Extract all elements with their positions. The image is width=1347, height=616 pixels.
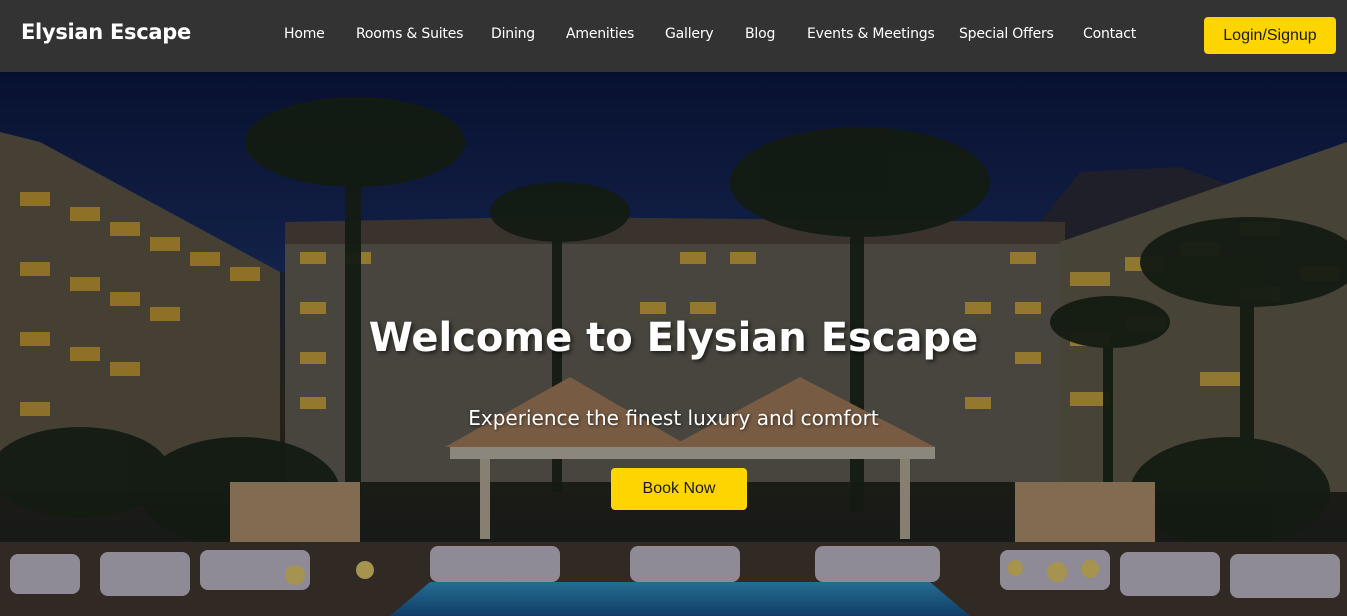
nav-link-rooms-suites[interactable]: Rooms & Suites xyxy=(356,26,463,42)
main-nav: Home Rooms & Suites Dining Amenities Gal… xyxy=(0,0,1347,72)
top-navbar: Elysian Escape Home Rooms & Suites Dinin… xyxy=(0,0,1347,72)
nav-link-gallery[interactable]: Gallery xyxy=(665,26,714,42)
nav-link-special-offers[interactable]: Special Offers xyxy=(959,26,1054,42)
nav-link-contact[interactable]: Contact xyxy=(1083,26,1136,42)
nav-link-blog[interactable]: Blog xyxy=(745,26,775,42)
hero-content: Welcome to Elysian Escape Experience the… xyxy=(0,72,1347,616)
hero-section: Welcome to Elysian Escape Experience the… xyxy=(0,72,1347,616)
hero-title: Welcome to Elysian Escape xyxy=(368,315,979,361)
book-now-button[interactable]: Book Now xyxy=(611,468,747,510)
nav-link-events-meetings[interactable]: Events & Meetings xyxy=(807,26,935,42)
hero-subtitle: Experience the finest luxury and comfort xyxy=(468,406,879,430)
login-signup-button[interactable]: Login/Signup xyxy=(1204,17,1336,54)
nav-link-amenities[interactable]: Amenities xyxy=(566,26,634,42)
nav-link-home[interactable]: Home xyxy=(284,26,325,42)
nav-link-dining[interactable]: Dining xyxy=(491,26,535,42)
